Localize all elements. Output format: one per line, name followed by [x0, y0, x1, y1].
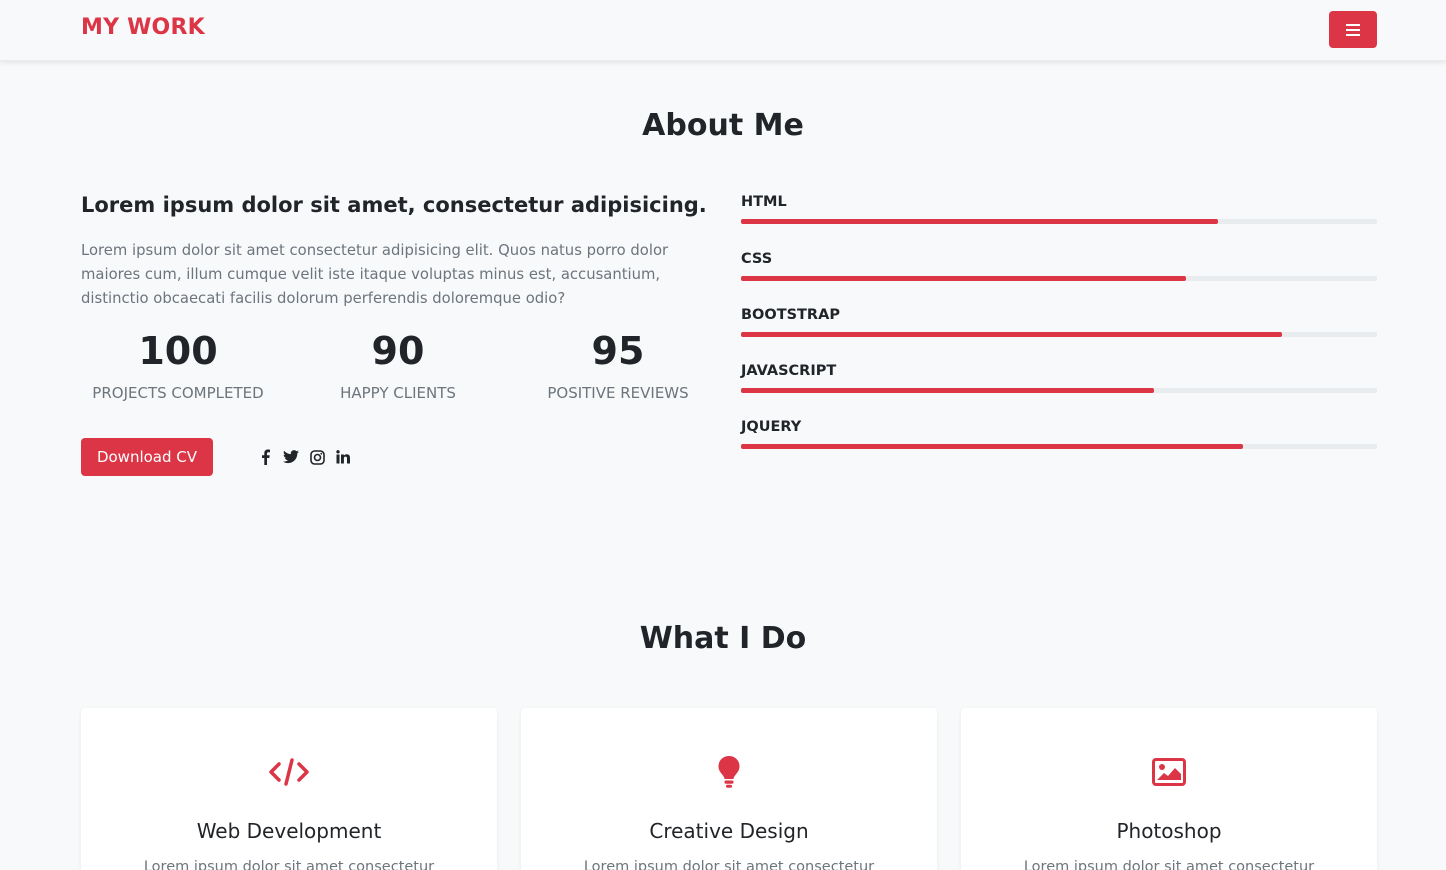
- about-heading: Lorem ipsum dolor sit amet, consectetur …: [81, 193, 707, 217]
- stat-projects: 100 PROJECTS COMPLETED: [68, 328, 288, 402]
- service-card-photoshop: Photoshop Lorem ipsum dolor sit amet con…: [961, 708, 1377, 870]
- skill-progress-track: [741, 276, 1377, 281]
- skill-progress-track: [741, 444, 1377, 449]
- stat-clients: 90 HAPPY CLIENTS: [288, 328, 508, 402]
- hamburger-icon: [1346, 23, 1360, 36]
- skill-progress-bar: [741, 388, 1155, 393]
- stat-number: 90: [371, 329, 425, 373]
- linkedin-icon[interactable]: [335, 449, 351, 465]
- skill-label: BOOTSTRAP: [741, 307, 840, 323]
- skill-label: HTML: [741, 194, 787, 210]
- card-text: Lorem ipsum dolor sit amet consectetur: [1023, 859, 1315, 870]
- service-card-web-development: Web Development Lorem ipsum dolor sit am…: [81, 708, 497, 870]
- skill-label: CSS: [741, 251, 773, 267]
- stat-number: 100: [138, 329, 218, 373]
- skill-label: JQUERY: [741, 419, 802, 435]
- card-title: Photoshop: [1116, 819, 1222, 843]
- navbar: MY WORK: [0, 0, 1446, 61]
- stat-reviews: 95 POSITIVE REVIEWS: [508, 328, 728, 402]
- stat-label: HAPPY CLIENTS: [340, 384, 456, 402]
- card-text: Lorem ipsum dolor sit amet consectetur: [583, 859, 875, 870]
- social-links: [257, 448, 351, 466]
- skill-progress-track: [741, 332, 1377, 337]
- skill-label: JAVASCRIPT: [741, 363, 837, 379]
- service-card-creative-design: Creative Design Lorem ipsum dolor sit am…: [521, 708, 937, 870]
- skill-progress-track: [741, 388, 1377, 393]
- skill-progress-bar: [741, 444, 1244, 449]
- skill-progress-bar: [741, 219, 1218, 224]
- facebook-icon[interactable]: [257, 449, 273, 465]
- skill-progress-bar: [741, 332, 1282, 337]
- skill-progress-track: [741, 219, 1377, 224]
- skill-css: CSS: [741, 249, 1377, 281]
- twitter-icon[interactable]: [283, 449, 299, 465]
- image-icon: [1152, 758, 1186, 786]
- stat-label: POSITIVE REVIEWS: [547, 384, 689, 402]
- download-cv-button[interactable]: Download CV: [81, 438, 213, 476]
- card-title: Creative Design: [649, 819, 809, 843]
- skill-bootstrap: BOOTSTRAP: [741, 305, 1377, 337]
- card-text: Lorem ipsum dolor sit amet consectetur: [143, 859, 435, 870]
- about-text: Lorem ipsum dolor sit amet consectetur a…: [81, 242, 669, 307]
- lightbulb-icon: [718, 756, 740, 788]
- services-section-title: What I Do: [639, 621, 807, 656]
- menu-toggle-button[interactable]: [1329, 11, 1377, 48]
- skill-progress-bar: [741, 276, 1187, 281]
- instagram-icon[interactable]: [309, 449, 325, 465]
- skill-jquery: JQUERY: [741, 417, 1377, 449]
- card-title: Web Development: [196, 819, 382, 843]
- stat-label: PROJECTS COMPLETED: [92, 384, 264, 402]
- about-section-title: About Me: [642, 108, 804, 143]
- skill-javascript: JAVASCRIPT: [741, 361, 1377, 393]
- stat-number: 95: [591, 329, 645, 373]
- skill-html: HTML: [741, 192, 1377, 224]
- brand-logo[interactable]: MY WORK: [81, 15, 205, 40]
- code-icon: [269, 758, 309, 786]
